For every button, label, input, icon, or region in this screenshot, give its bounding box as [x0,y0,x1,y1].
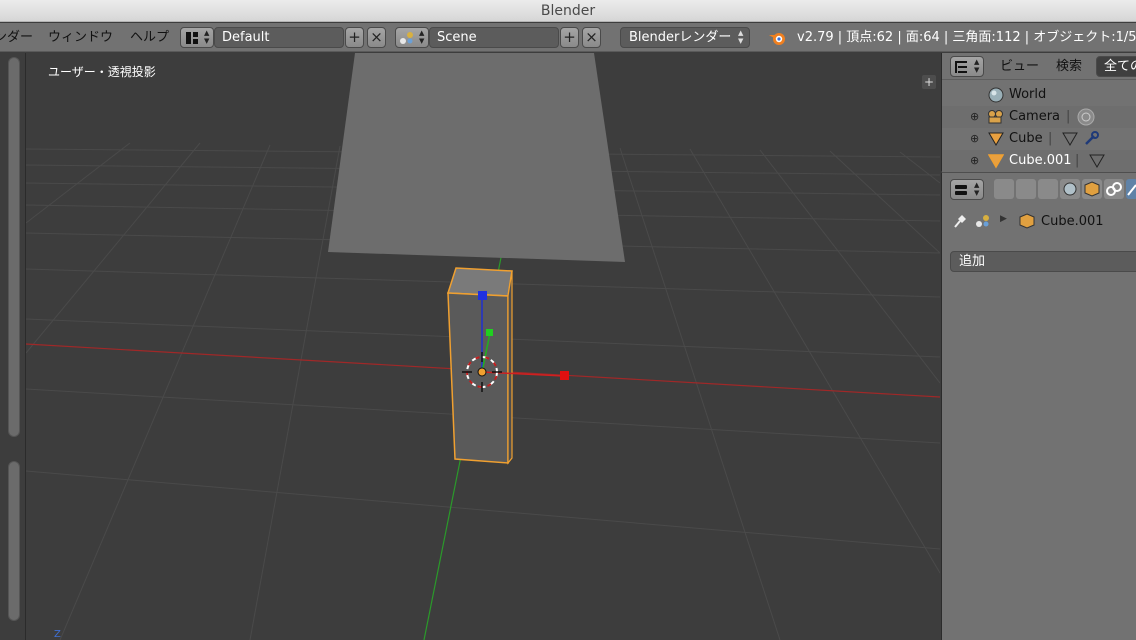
outliner-item-label: Camera [1009,109,1061,124]
dropdown-arrows-icon: ▲ ▼ [974,58,980,74]
outliner-panel: ▲▼ ビュー 検索 全ての World ⊕ Camera | ⊕ Cube | [941,53,1136,172]
outliner-item-camera[interactable]: ⊕ Camera | [942,106,1136,128]
outliner-item-cube[interactable]: ⊕ Cube | [942,128,1136,150]
scene-stats: v2.79 | 頂点:62 | 面:64 | 三角面:112 | オブジェクト:… [797,30,1136,45]
window-title-bar: Blender [0,0,1136,22]
mesh-data-icon[interactable] [1089,153,1105,169]
scene-dropdown[interactable]: ▲ ▼ [395,27,429,48]
screen-layout-field[interactable]: Default [214,27,344,48]
separator: | [1075,153,1080,168]
outliner-header: ▲▼ ビュー 検索 全ての [942,53,1136,80]
viewport-scene[interactable] [0,53,940,640]
camera-data-icon[interactable] [1077,108,1095,126]
outliner-item-world[interactable]: World [942,84,1136,106]
pin-icon[interactable] [952,213,968,229]
menu-render[interactable]: ンダー [0,23,33,52]
outliner-filter-select[interactable]: 全ての [1096,56,1136,77]
axis-z-label: Z [54,629,61,640]
expand-icon[interactable]: ⊕ [970,106,979,128]
outliner-item-cube-001[interactable]: ⊕ Cube.001 | [942,150,1136,172]
editor-type-dropdown[interactable]: ▲ ▼ [950,179,984,200]
dropdown-arrows-icon: ▲ ▼ [204,29,210,45]
add-layout-button[interactable]: + [345,27,364,48]
constraints-tab-icon[interactable] [1104,179,1124,199]
blender-logo-icon [769,33,785,45]
separator: | [1048,131,1053,146]
z-axis-handle[interactable] [478,291,487,300]
outliner-icon [955,61,967,73]
expand-icon[interactable]: ⊕ [970,150,979,172]
outliner-item-label: World [1009,87,1047,102]
dropdown-arrows-icon: ▲ ▼ [419,29,425,45]
object-icon [1019,213,1035,229]
render-layers-tab-icon[interactable] [1016,179,1036,199]
world-tab-icon[interactable] [1060,179,1080,199]
render-tab-icon[interactable] [994,179,1014,199]
toolshelf-scrollbar-lower[interactable] [8,461,20,621]
wrench-icon[interactable] [1083,131,1099,147]
menu-window[interactable]: ウィンドウ [48,23,113,52]
remove-scene-button[interactable]: × [582,27,601,48]
x-axis-handle[interactable] [560,371,569,380]
dropdown-arrows-icon: ▲ ▼ [738,29,744,45]
screen-layout-dropdown[interactable]: ▲ ▼ [180,27,214,48]
render-engine-label: Blenderレンダー [629,30,732,45]
properties-region-toggle[interactable]: + [922,75,936,89]
render-engine-select[interactable]: Blenderレンダー ▲ ▼ [620,27,750,48]
properties-icon [955,185,967,195]
breadcrumb-object-name: Cube.001 [1041,214,1104,229]
toolshelf-scrollbar[interactable] [8,57,20,437]
expand-icon[interactable]: ⊕ [970,128,979,150]
outliner-item-label: Cube.001 [1009,153,1072,168]
remove-layout-button[interactable]: × [367,27,386,48]
properties-panel: ▲ ▼ ▶ Cube.001 追加 [941,172,1136,640]
3d-viewport[interactable]: ユーザー・透視投影 + Z [0,53,940,640]
object-tab-icon[interactable] [1082,179,1102,199]
scene-name: Scene [437,30,477,45]
camera-plane[interactable] [328,53,625,262]
scene-icon [400,32,413,44]
info-header: ンダー ウィンドウ ヘルプ ▲ ▼ Default + × ▲ ▼ Scene + … [0,23,1136,52]
modifiers-tab-icon[interactable] [1126,179,1136,199]
menu-help[interactable]: ヘルプ [130,23,169,52]
outliner-filter-label: 全ての [1104,59,1136,74]
outliner-item-label: Cube [1009,131,1043,146]
dropdown-arrows-icon: ▲ ▼ [974,181,980,197]
scene-icon [976,215,989,227]
add-modifier-button[interactable]: 追加 [950,251,1136,272]
layout-icon [186,32,198,44]
viewport-mode-label: ユーザー・透視投影 [48,65,156,79]
toolshelf-strip [0,53,26,640]
outliner-search-menu[interactable]: 検索 [1056,53,1082,80]
separator: | [1066,109,1071,124]
world-icon [988,87,1004,103]
camera-icon [988,110,1003,124]
outliner-view-menu[interactable]: ビュー [1000,53,1039,80]
screen-layout-name: Default [222,30,270,45]
mesh-icon [988,154,1004,169]
add-scene-button[interactable]: + [560,27,579,48]
window-title: Blender [540,3,596,19]
mesh-data-icon[interactable] [1062,131,1078,147]
scene-field[interactable]: Scene [429,27,559,48]
breadcrumb-arrow-icon: ▶ [1000,214,1007,224]
mesh-icon [988,132,1004,146]
editor-type-dropdown[interactable]: ▲ ▼ [950,56,984,77]
scene-tab-icon[interactable] [1038,179,1058,199]
y-axis-handle[interactable] [486,329,493,336]
